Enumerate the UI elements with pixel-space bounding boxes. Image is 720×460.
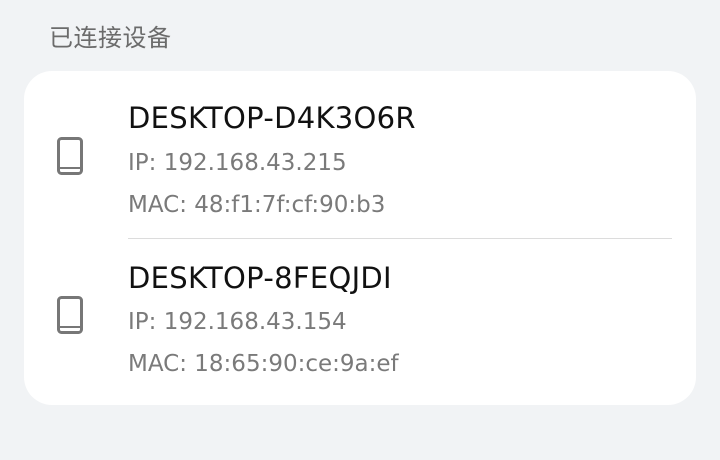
- section-title: 已连接设备: [49, 24, 172, 52]
- device-name: DESKTOP-D4K3O6R: [128, 101, 416, 135]
- device-ip: IP: 192.168.43.154: [128, 309, 347, 335]
- device-mac: MAC: 18:65:90:ce:9a:ef: [128, 351, 399, 377]
- device-mac: MAC: 48:f1:7f:cf:90:b3: [128, 192, 386, 218]
- phone-icon: [57, 137, 83, 175]
- phone-icon: [57, 296, 83, 334]
- connected-devices-card: DESKTOP-D4K3O6R IP: 192.168.43.215 MAC: …: [24, 71, 696, 405]
- device-item[interactable]: DESKTOP-D4K3O6R IP: 192.168.43.215 MAC: …: [24, 71, 696, 231]
- device-name: DESKTOP-8FEQJDI: [128, 261, 392, 295]
- device-ip: IP: 192.168.43.215: [128, 150, 347, 176]
- device-item[interactable]: DESKTOP-8FEQJDI IP: 192.168.43.154 MAC: …: [24, 235, 696, 395]
